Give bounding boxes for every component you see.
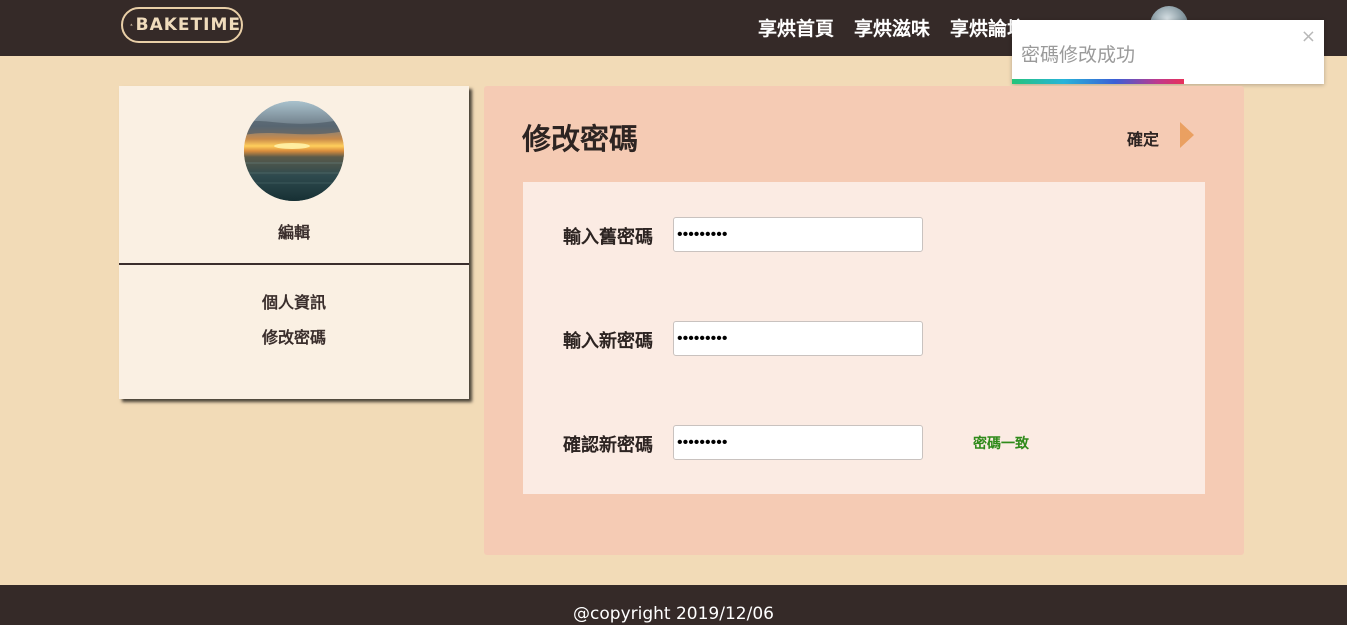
toast-message: 密碼修改成功 [1021,44,1136,66]
new-password-label: 輸入新密碼 [563,331,653,352]
arrow-right-icon[interactable] [1180,122,1194,148]
baketime-logo[interactable]: BAKETIME [121,7,243,43]
confirm-button[interactable]: 確定 [1127,126,1159,150]
new-password-input[interactable] [673,321,923,356]
edit-profile-link[interactable]: 編輯 [119,219,469,243]
close-icon[interactable]: × [1301,26,1316,47]
confirm-password-input[interactable] [673,425,923,460]
sidebar-item-personal-info[interactable]: 個人資訊 [119,289,469,313]
success-toast: 密碼修改成功 × [1012,20,1324,84]
old-password-input[interactable] [673,217,923,252]
password-form: 輸入舊密碼 輸入新密碼 確認新密碼 密碼一致 [523,182,1205,494]
sidebar-divider [119,263,469,265]
confirm-password-label: 確認新密碼 [563,435,653,456]
page-title: 修改密碼 [522,122,639,156]
nav-link-home[interactable]: 享烘首頁 [758,14,834,41]
nav-link-flavors[interactable]: 享烘滋味 [854,14,930,41]
sunset-photo [244,101,344,201]
profile-sidebar: 編輯 個人資訊 修改密碼 [119,86,469,399]
wing-icon [130,23,134,26]
sidebar-item-change-password[interactable]: 修改密碼 [119,324,469,348]
profile-avatar [244,101,344,201]
old-password-label: 輸入舊密碼 [563,227,653,248]
logo-text: BAKETIME [135,15,241,35]
footer: @copyright 2019/12/06 [0,585,1347,625]
nav-links: 享烘首頁 享烘滋味 享烘論壇 [758,14,1026,41]
password-match-status: 密碼一致 [973,436,1029,452]
toast-progress-bar [1012,79,1184,84]
copyright-text: @copyright 2019/12/06 [573,604,774,624]
change-password-panel: 修改密碼 確定 輸入舊密碼 輸入新密碼 確認新密碼 密碼一致 [484,86,1244,555]
